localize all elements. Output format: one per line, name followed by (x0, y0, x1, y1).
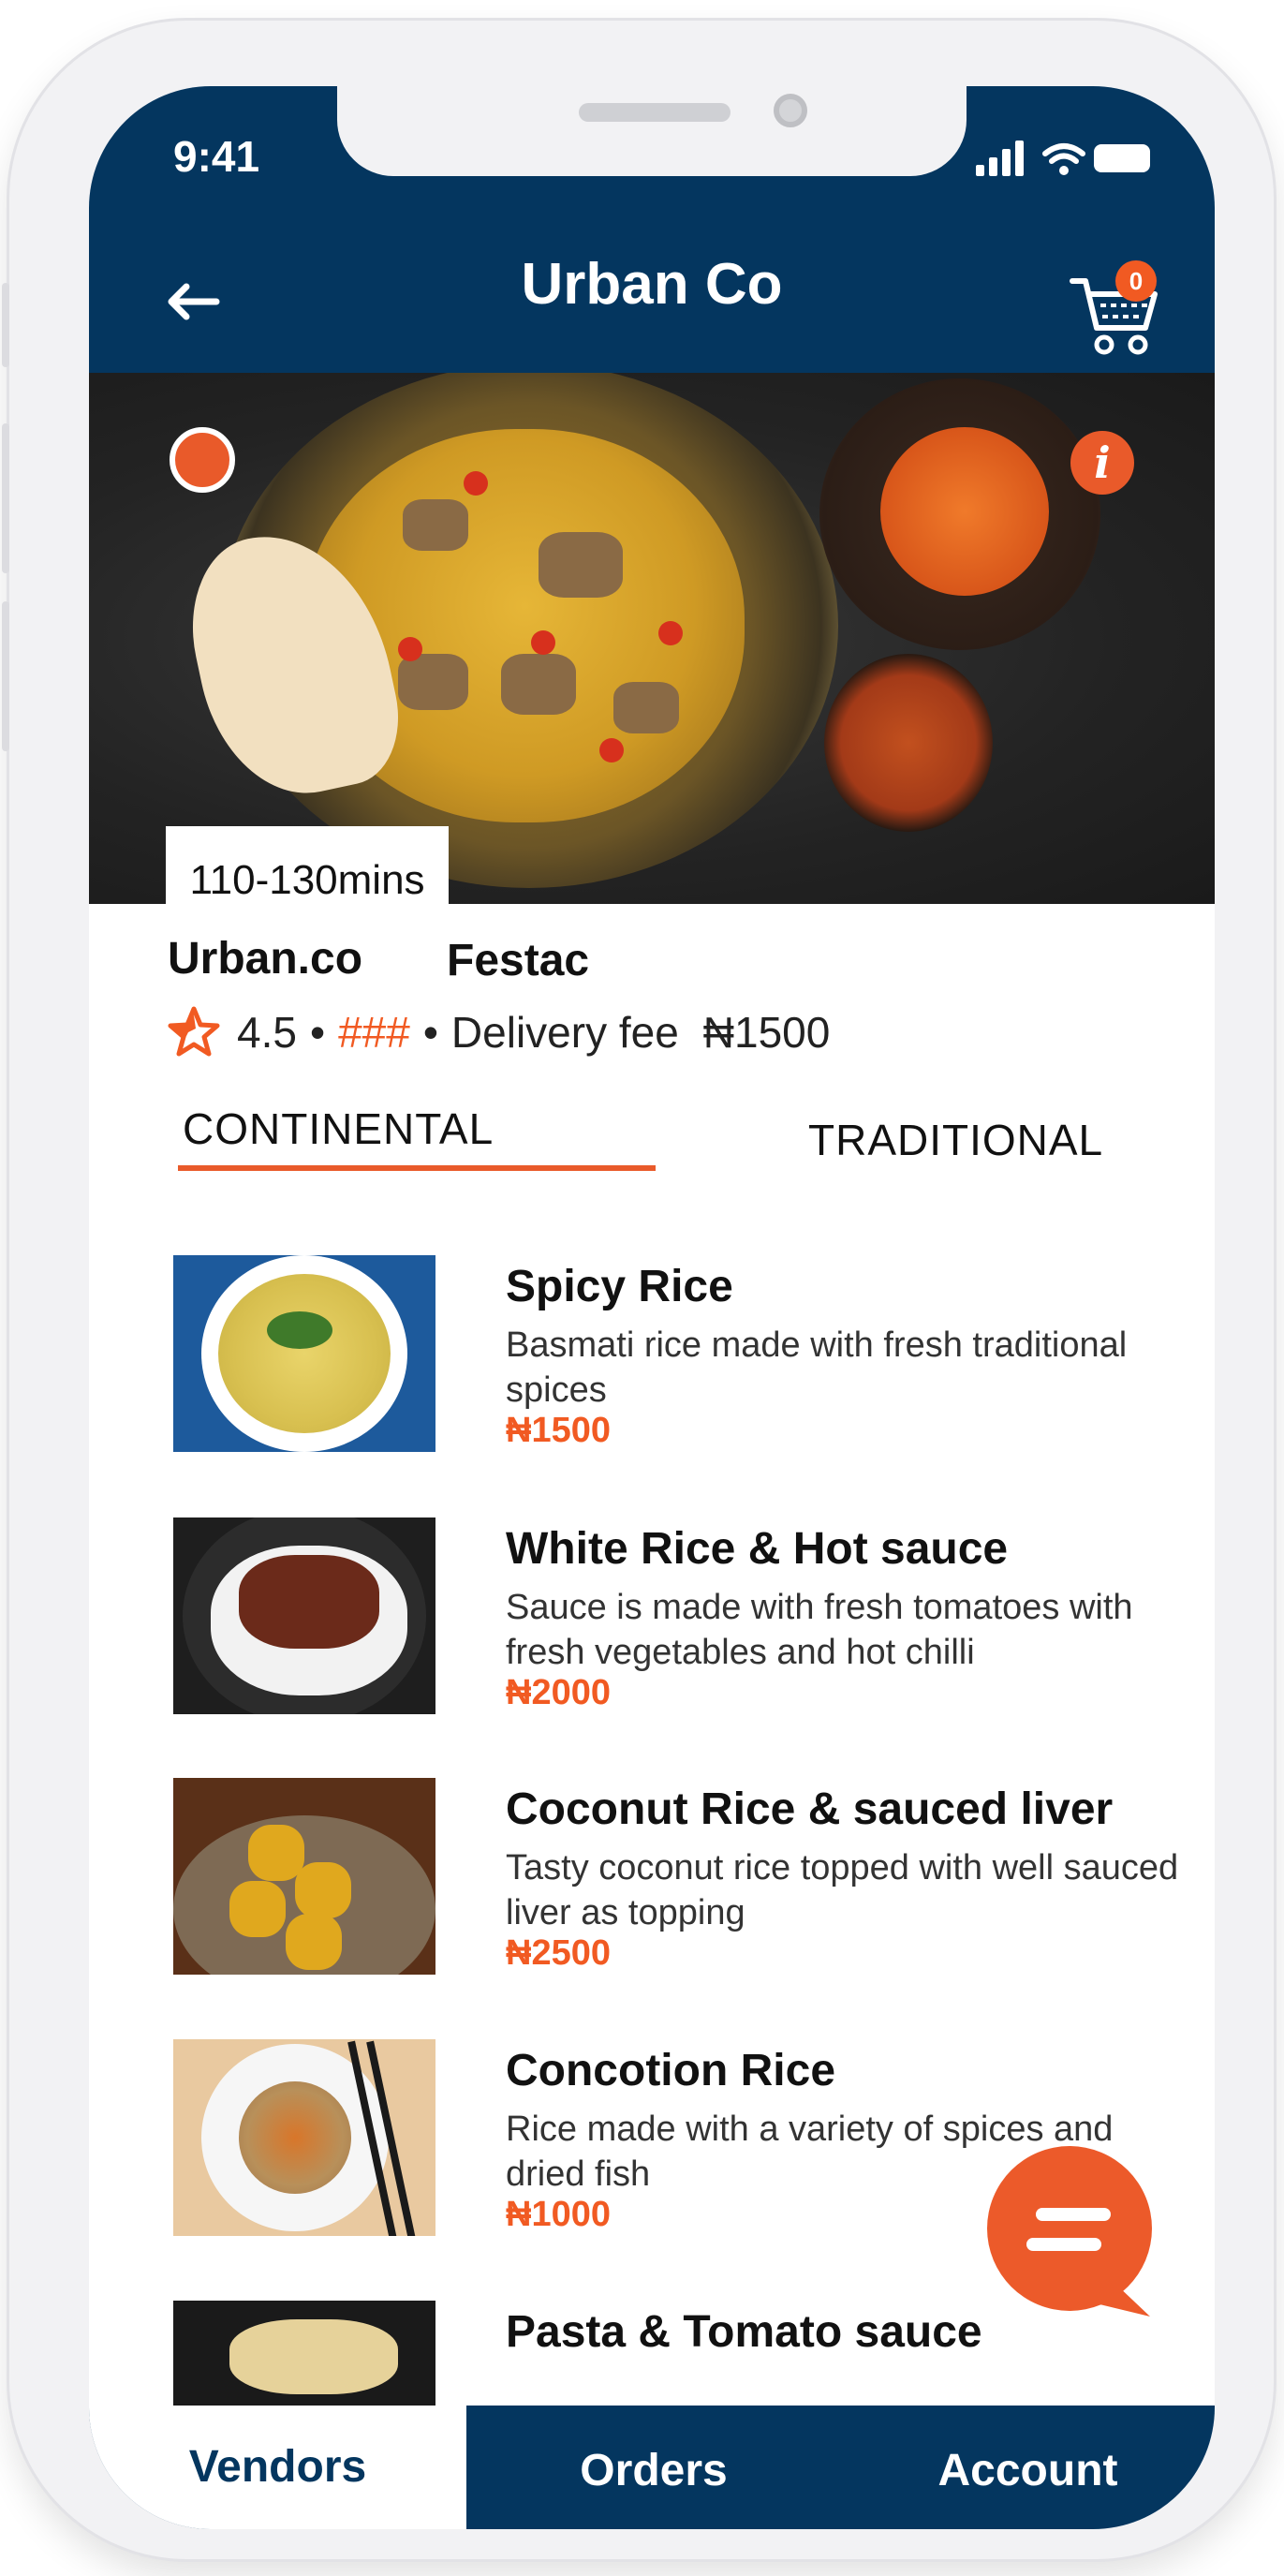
app-header: 9:41 Urban Co 0 (89, 86, 1215, 373)
hero-pepper (599, 738, 624, 762)
star-icon (168, 1006, 220, 1057)
rating-value: 4.5 (237, 1008, 297, 1057)
delivery-fee-value: ₦1500 (702, 1008, 831, 1057)
volume-down-button (2, 601, 9, 751)
phone-frame: 9:41 Urban Co 0 i 110-130mins Urban.co F… (2, 21, 1274, 2559)
chat-icon[interactable] (983, 2142, 1171, 2330)
menu-item-description: Basmati rice made with fresh traditional… (506, 1325, 1128, 1410)
favorite-icon[interactable] (170, 427, 235, 493)
menu-item-price: ₦2500 (506, 1933, 611, 1973)
active-tab-indicator (178, 1165, 656, 1171)
vendor-location: Festac (447, 936, 590, 985)
hero-lentils (880, 427, 1049, 596)
battery-icon (1094, 144, 1150, 172)
bottom-nav: Vendors Orders Account (89, 2406, 1215, 2529)
thumb-food (239, 2081, 351, 2194)
front-camera (774, 94, 807, 127)
hero-saffron-bowl (824, 654, 993, 832)
hero-meat (539, 532, 623, 598)
separator-dot: • (422, 1008, 438, 1057)
menu-item-image (173, 1255, 435, 1452)
menu-item-price: ₦1500 (506, 1411, 611, 1450)
menu-item-image (173, 2039, 435, 2236)
price-level: ### (338, 1008, 410, 1057)
hero-meat (398, 654, 468, 710)
menu-item[interactable]: Spicy Rice Basmati rice made with fresh … (173, 1255, 1203, 1471)
delivery-fee-label: Delivery fee (450, 1008, 679, 1057)
vendor-meta-row: 4.5 • ### • Delivery fee ₦1500 (168, 1004, 830, 1060)
status-icons (974, 139, 1161, 176)
app-screen: 9:41 Urban Co 0 i 110-130mins Urban.co F… (89, 86, 1215, 2529)
nav-vendors[interactable]: Vendors (89, 2406, 466, 2529)
hero-pepper (464, 471, 488, 496)
thumb-sauce (239, 1555, 379, 1649)
mute-switch (2, 283, 9, 367)
menu-item[interactable]: White Rice & Hot sauce Sauce is made wit… (173, 1517, 1203, 1733)
tab-continental[interactable]: CONTINENTAL (183, 1103, 494, 1154)
vendor-name: Urban.co (168, 934, 363, 984)
menu-item[interactable]: Coconut Rice & sauced liver Tasty coconu… (173, 1778, 1203, 1993)
cart-count-badge: 0 (1115, 260, 1157, 302)
thumb-garnish (267, 1311, 332, 1349)
menu-item-image (173, 2301, 435, 2406)
hero-image: i 110-130mins (89, 373, 1215, 904)
hero-pepper (658, 621, 683, 645)
wifi-icon (1042, 143, 1085, 175)
thumb-food (218, 1274, 391, 1433)
menu-item-name: Concotion Rice (506, 2046, 836, 2095)
status-time: 9:41 (173, 132, 260, 181)
thumb-kebab (286, 1914, 342, 1970)
thumb-kebab (295, 1862, 351, 1918)
nav-account[interactable]: Account (841, 2406, 1215, 2529)
hero-pepper (531, 630, 555, 655)
hero-meat (403, 499, 468, 551)
thumb-kebab (229, 1881, 286, 1937)
menu-item-description: Tasty coconut rice topped with well sauc… (506, 1848, 1179, 1932)
menu-item-name: Pasta & Tomato sauce (506, 2307, 982, 2357)
menu-item-price: ₦1000 (506, 2195, 611, 2234)
menu-item-description: Sauce is made with fresh tomatoes with f… (506, 1588, 1133, 1672)
hero-meat (613, 682, 679, 733)
nav-orders[interactable]: Orders (466, 2406, 841, 2529)
signal-icon (976, 141, 1024, 176)
menu-item-name: Spicy Rice (506, 1262, 733, 1311)
tab-traditional[interactable]: TRADITIONAL (808, 1115, 1103, 1165)
menu-item-name: White Rice & Hot sauce (506, 1524, 1009, 1574)
menu-item-name: Coconut Rice & sauced liver (506, 1784, 1114, 1834)
thumb-kebab (248, 1825, 304, 1881)
hero-meat (501, 654, 576, 715)
separator-dot: • (309, 1008, 326, 1057)
menu-item-image (173, 1517, 435, 1714)
hero-pepper (398, 637, 422, 661)
speaker-grille (579, 103, 731, 122)
volume-up-button (2, 423, 9, 573)
thumb-food (229, 2319, 398, 2394)
page-title: Urban Co (521, 252, 783, 317)
menu-item-price: ₦2000 (506, 1673, 611, 1712)
device-notch (337, 86, 967, 176)
delivery-time-badge: 110-130mins (166, 826, 449, 904)
menu-item-image (173, 1778, 435, 1975)
info-icon[interactable]: i (1070, 431, 1134, 495)
